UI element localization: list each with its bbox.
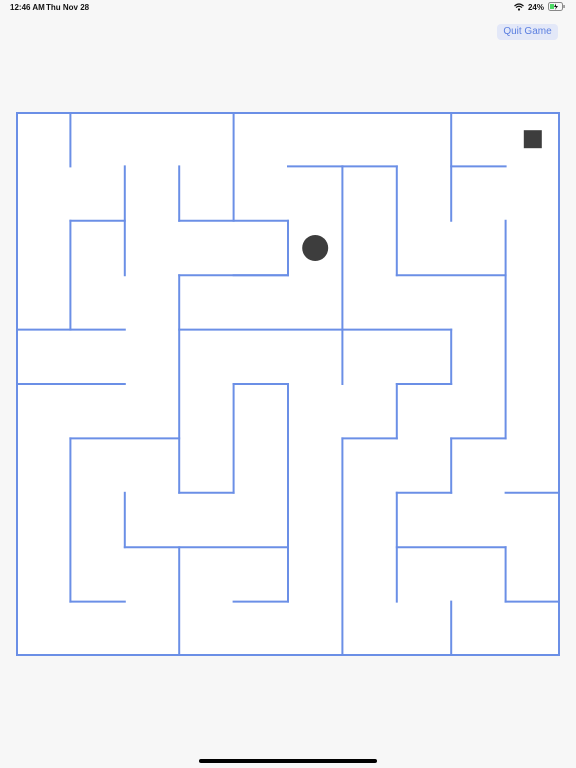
wifi-icon — [514, 2, 524, 13]
goal-square — [523, 130, 542, 149]
maze-canvas — [16, 112, 560, 656]
battery-charging-icon — [548, 2, 566, 13]
status-bar: 12:46 AM Thu Nov 28 24% — [0, 0, 576, 16]
player-ball[interactable] — [302, 235, 329, 261]
battery-percent: 24% — [527, 3, 544, 12]
status-date: Thu Nov 28 — [46, 3, 90, 12]
quit-game-button[interactable]: Quit Game — [497, 24, 558, 40]
status-time: 12:46 AM — [10, 3, 45, 12]
status-indicators: 24% — [514, 2, 566, 13]
home-indicator[interactable] — [199, 759, 377, 763]
maze-board[interactable] — [16, 112, 560, 656]
